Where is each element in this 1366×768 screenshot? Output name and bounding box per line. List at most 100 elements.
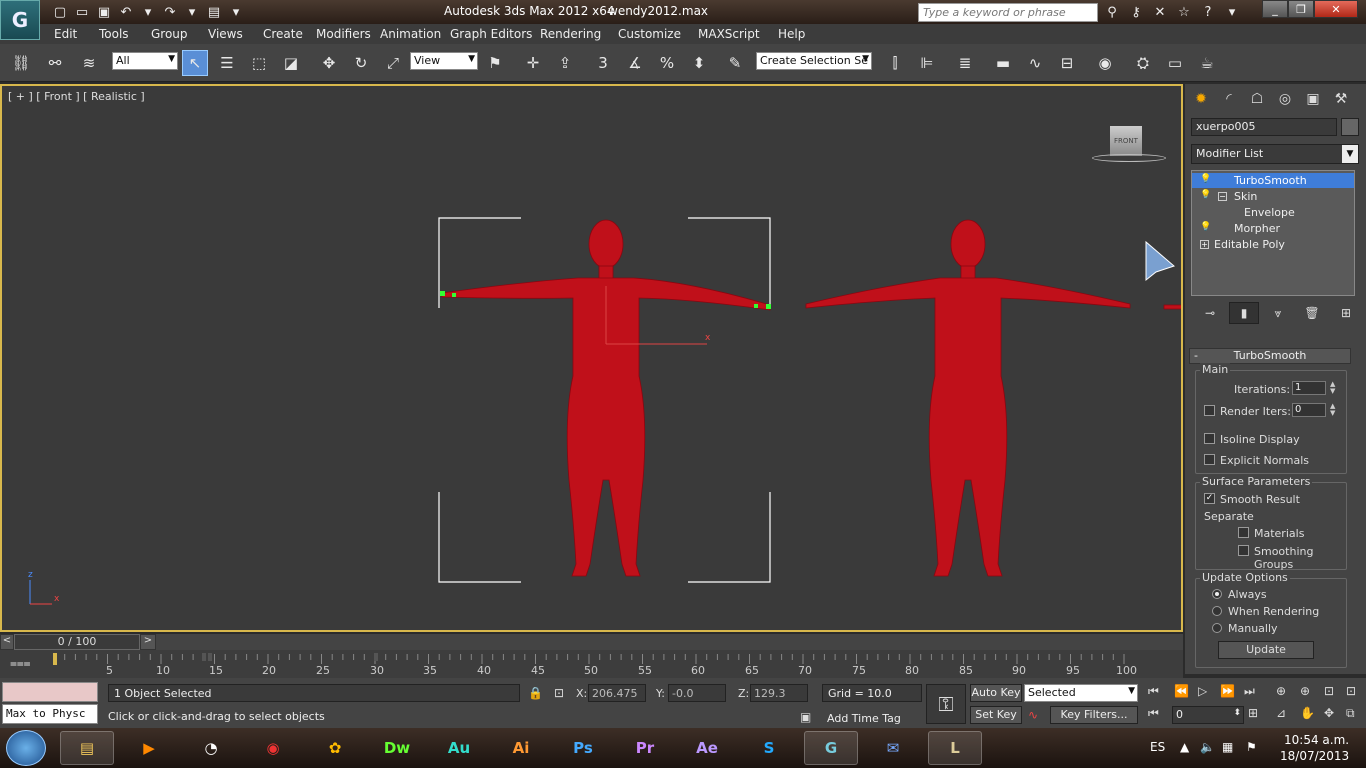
keyboard-shortcut-override-icon[interactable]: ⇪ bbox=[552, 50, 578, 76]
pin-stack-icon[interactable]: ⊸ bbox=[1195, 302, 1225, 324]
x-coordinate-field[interactable]: 206.475 bbox=[588, 684, 646, 702]
spinner-arrows-icon[interactable]: ⬍ bbox=[1233, 708, 1241, 718]
pivot-center-icon[interactable]: ⚑ bbox=[482, 50, 508, 76]
stack-item-editable-poly[interactable]: + Editable Poly bbox=[1192, 237, 1354, 252]
close-icon[interactable]: ✕ bbox=[1314, 0, 1358, 18]
explicit-normals-checkbox[interactable] bbox=[1204, 454, 1215, 465]
render-production-icon[interactable]: ☕ bbox=[1194, 50, 1220, 76]
binoculars-icon[interactable]: ⚲ bbox=[1102, 2, 1122, 22]
next-frame-button[interactable]: > bbox=[140, 634, 156, 650]
unlink-selection-icon[interactable]: ⚯ bbox=[42, 50, 68, 76]
pan-hand-icon[interactable]: ✋ bbox=[1300, 706, 1315, 720]
isolate-selection-icon[interactable]: ▣ bbox=[800, 710, 811, 724]
front-viewport[interactable]: [ + ] [ Front ] [ Realistic ] x FRONT z … bbox=[0, 84, 1183, 632]
named-selection-sets-dropdown[interactable]: Create Selection Se ▼ bbox=[756, 52, 872, 70]
help-dropdown-icon[interactable]: ▾ bbox=[1222, 2, 1242, 22]
go-to-end-icon[interactable]: ⏭ bbox=[1244, 684, 1255, 699]
menu-views[interactable]: Views bbox=[208, 27, 243, 41]
after-effects-icon[interactable]: Ae bbox=[680, 731, 734, 765]
skype-icon[interactable]: S bbox=[742, 731, 796, 765]
edit-named-selection-icon[interactable]: ✎ bbox=[722, 50, 748, 76]
track-bar[interactable]: ⩶ 5 10 15 20 25 30 35 40 45 50 55 60 65 … bbox=[0, 650, 1183, 678]
windows-live-icon[interactable]: ◔ bbox=[184, 731, 238, 765]
maxscript-listener-input[interactable]: Max to Physc bbox=[2, 704, 98, 724]
previous-key-icon[interactable]: ⏪ bbox=[1174, 684, 1189, 698]
configure-modifier-sets-icon[interactable]: ⊞ bbox=[1331, 302, 1361, 324]
chrome-icon[interactable]: ◉ bbox=[246, 731, 300, 765]
z-coordinate-field[interactable]: 129.3 bbox=[750, 684, 808, 702]
isoline-display-checkbox[interactable] bbox=[1204, 433, 1215, 444]
dreamweaver-icon[interactable]: Dw bbox=[370, 731, 424, 765]
rendered-frame-window-icon[interactable]: ▭ bbox=[1162, 50, 1188, 76]
show-hidden-icons-icon[interactable]: ▲ bbox=[1180, 740, 1189, 754]
project-folder-icon[interactable]: ▤ bbox=[204, 2, 224, 22]
reference-coordinate-dropdown[interactable]: View ▼ bbox=[410, 52, 478, 70]
clock-time[interactable]: 10:54 a.m. bbox=[1284, 733, 1349, 747]
time-slider-handle[interactable]: 0 / 100 bbox=[14, 634, 140, 650]
menu-modifiers[interactable]: Modifiers bbox=[316, 27, 371, 41]
select-and-rotate-icon[interactable]: ↻ bbox=[348, 50, 374, 76]
go-to-start-icon[interactable]: ⏮ bbox=[1148, 684, 1159, 699]
previous-frame-button[interactable]: < bbox=[0, 634, 14, 650]
object-color-swatch[interactable] bbox=[1341, 118, 1359, 136]
remove-modifier-icon[interactable]: 🗑 bbox=[1297, 302, 1327, 324]
motion-tab-icon[interactable]: ◎ bbox=[1273, 88, 1297, 110]
open-mini-curve-editor-icon[interactable]: ⩶ bbox=[10, 656, 31, 671]
align-icon[interactable]: ⊫ bbox=[914, 50, 940, 76]
curve-editor-icon[interactable]: ∿ bbox=[1022, 50, 1048, 76]
subscription-key-icon[interactable]: ⚷ bbox=[1126, 2, 1146, 22]
update-button[interactable]: Update bbox=[1218, 641, 1314, 659]
selection-lock-icon[interactable]: 🔒 bbox=[528, 686, 543, 700]
orbit-icon[interactable]: ✥ bbox=[1324, 706, 1334, 720]
time-configuration-icon[interactable]: ⊞ bbox=[1248, 706, 1258, 720]
zoom-all-icon[interactable]: ⊕ bbox=[1300, 684, 1310, 698]
restore-icon[interactable]: ❐ bbox=[1288, 0, 1314, 18]
render-iters-spinner[interactable]: 0 bbox=[1292, 403, 1326, 417]
zoom-extents-all-icon[interactable]: ⊡ bbox=[1346, 684, 1356, 698]
key-mode-selection-dropdown[interactable]: Selected ▼ bbox=[1024, 684, 1138, 702]
help-search-input[interactable]: Type a keyword or phrase bbox=[918, 3, 1098, 22]
menu-tools[interactable]: Tools bbox=[99, 27, 129, 41]
illustrator-icon[interactable]: Ai bbox=[494, 731, 548, 765]
open-file-icon[interactable]: ▭ bbox=[72, 2, 92, 22]
stack-item-morpher[interactable]: 💡 Morpher bbox=[1192, 221, 1354, 236]
auto-key-button[interactable]: Auto Key bbox=[970, 684, 1022, 702]
modify-tab-icon[interactable]: ◜ bbox=[1217, 88, 1241, 110]
network-icon[interactable]: ▦ bbox=[1222, 740, 1233, 754]
viewcube-compass-ring[interactable] bbox=[1092, 154, 1166, 162]
application-button[interactable]: G bbox=[0, 0, 40, 40]
schematic-view-icon[interactable]: ⊟ bbox=[1054, 50, 1080, 76]
expand-icon[interactable]: + bbox=[1200, 240, 1209, 249]
media-player-icon[interactable]: ▶ bbox=[122, 731, 176, 765]
snaps-toggle-icon[interactable]: 3 bbox=[590, 50, 616, 76]
3dsmax-taskbar-icon[interactable]: G bbox=[804, 731, 858, 765]
absolute-mode-transform-icon[interactable]: ⊡ bbox=[554, 686, 564, 700]
zoom-icon[interactable]: ⊕ bbox=[1276, 684, 1286, 698]
qat-dropdown-icon[interactable]: ▾ bbox=[226, 2, 246, 22]
spinner-arrows-icon[interactable]: ▲ ▼ bbox=[1330, 381, 1338, 395]
manually-radio[interactable] bbox=[1212, 623, 1222, 633]
viewcube[interactable]: FRONT bbox=[1110, 126, 1142, 156]
make-unique-icon[interactable]: ⩔ bbox=[1263, 302, 1293, 324]
stack-item-envelope[interactable]: Envelope bbox=[1192, 205, 1354, 220]
display-tab-icon[interactable]: ▣ bbox=[1301, 88, 1325, 110]
render-iters-checkbox[interactable] bbox=[1204, 405, 1215, 416]
spinner-arrows-icon[interactable]: ▲ ▼ bbox=[1330, 403, 1338, 417]
undo-icon[interactable]: ↶ bbox=[116, 2, 136, 22]
when-rendering-radio[interactable] bbox=[1212, 606, 1222, 616]
lightbulb-icon[interactable]: 💡 bbox=[1200, 222, 1211, 232]
new-file-icon[interactable]: ▢ bbox=[50, 2, 70, 22]
select-and-link-icon[interactable]: ⛓ bbox=[8, 50, 34, 76]
minimize-icon[interactable]: _ bbox=[1262, 0, 1288, 18]
select-and-move-icon[interactable]: ✥ bbox=[316, 50, 342, 76]
explorer-folder-icon[interactable]: ▤ bbox=[60, 731, 114, 765]
menu-graph-editors[interactable]: Graph Editors bbox=[450, 27, 532, 41]
collapse-icon[interactable]: − bbox=[1218, 192, 1227, 201]
always-radio[interactable] bbox=[1212, 589, 1222, 599]
y-coordinate-field[interactable]: -0.0 bbox=[668, 684, 726, 702]
add-time-tag[interactable]: Add Time Tag bbox=[822, 710, 922, 728]
create-tab-sun-icon[interactable]: ✹ bbox=[1189, 88, 1213, 110]
premiere-icon[interactable]: Pr bbox=[618, 731, 672, 765]
favorites-star-icon[interactable]: ☆ bbox=[1174, 2, 1194, 22]
league-of-legends-icon[interactable]: L bbox=[928, 731, 982, 765]
